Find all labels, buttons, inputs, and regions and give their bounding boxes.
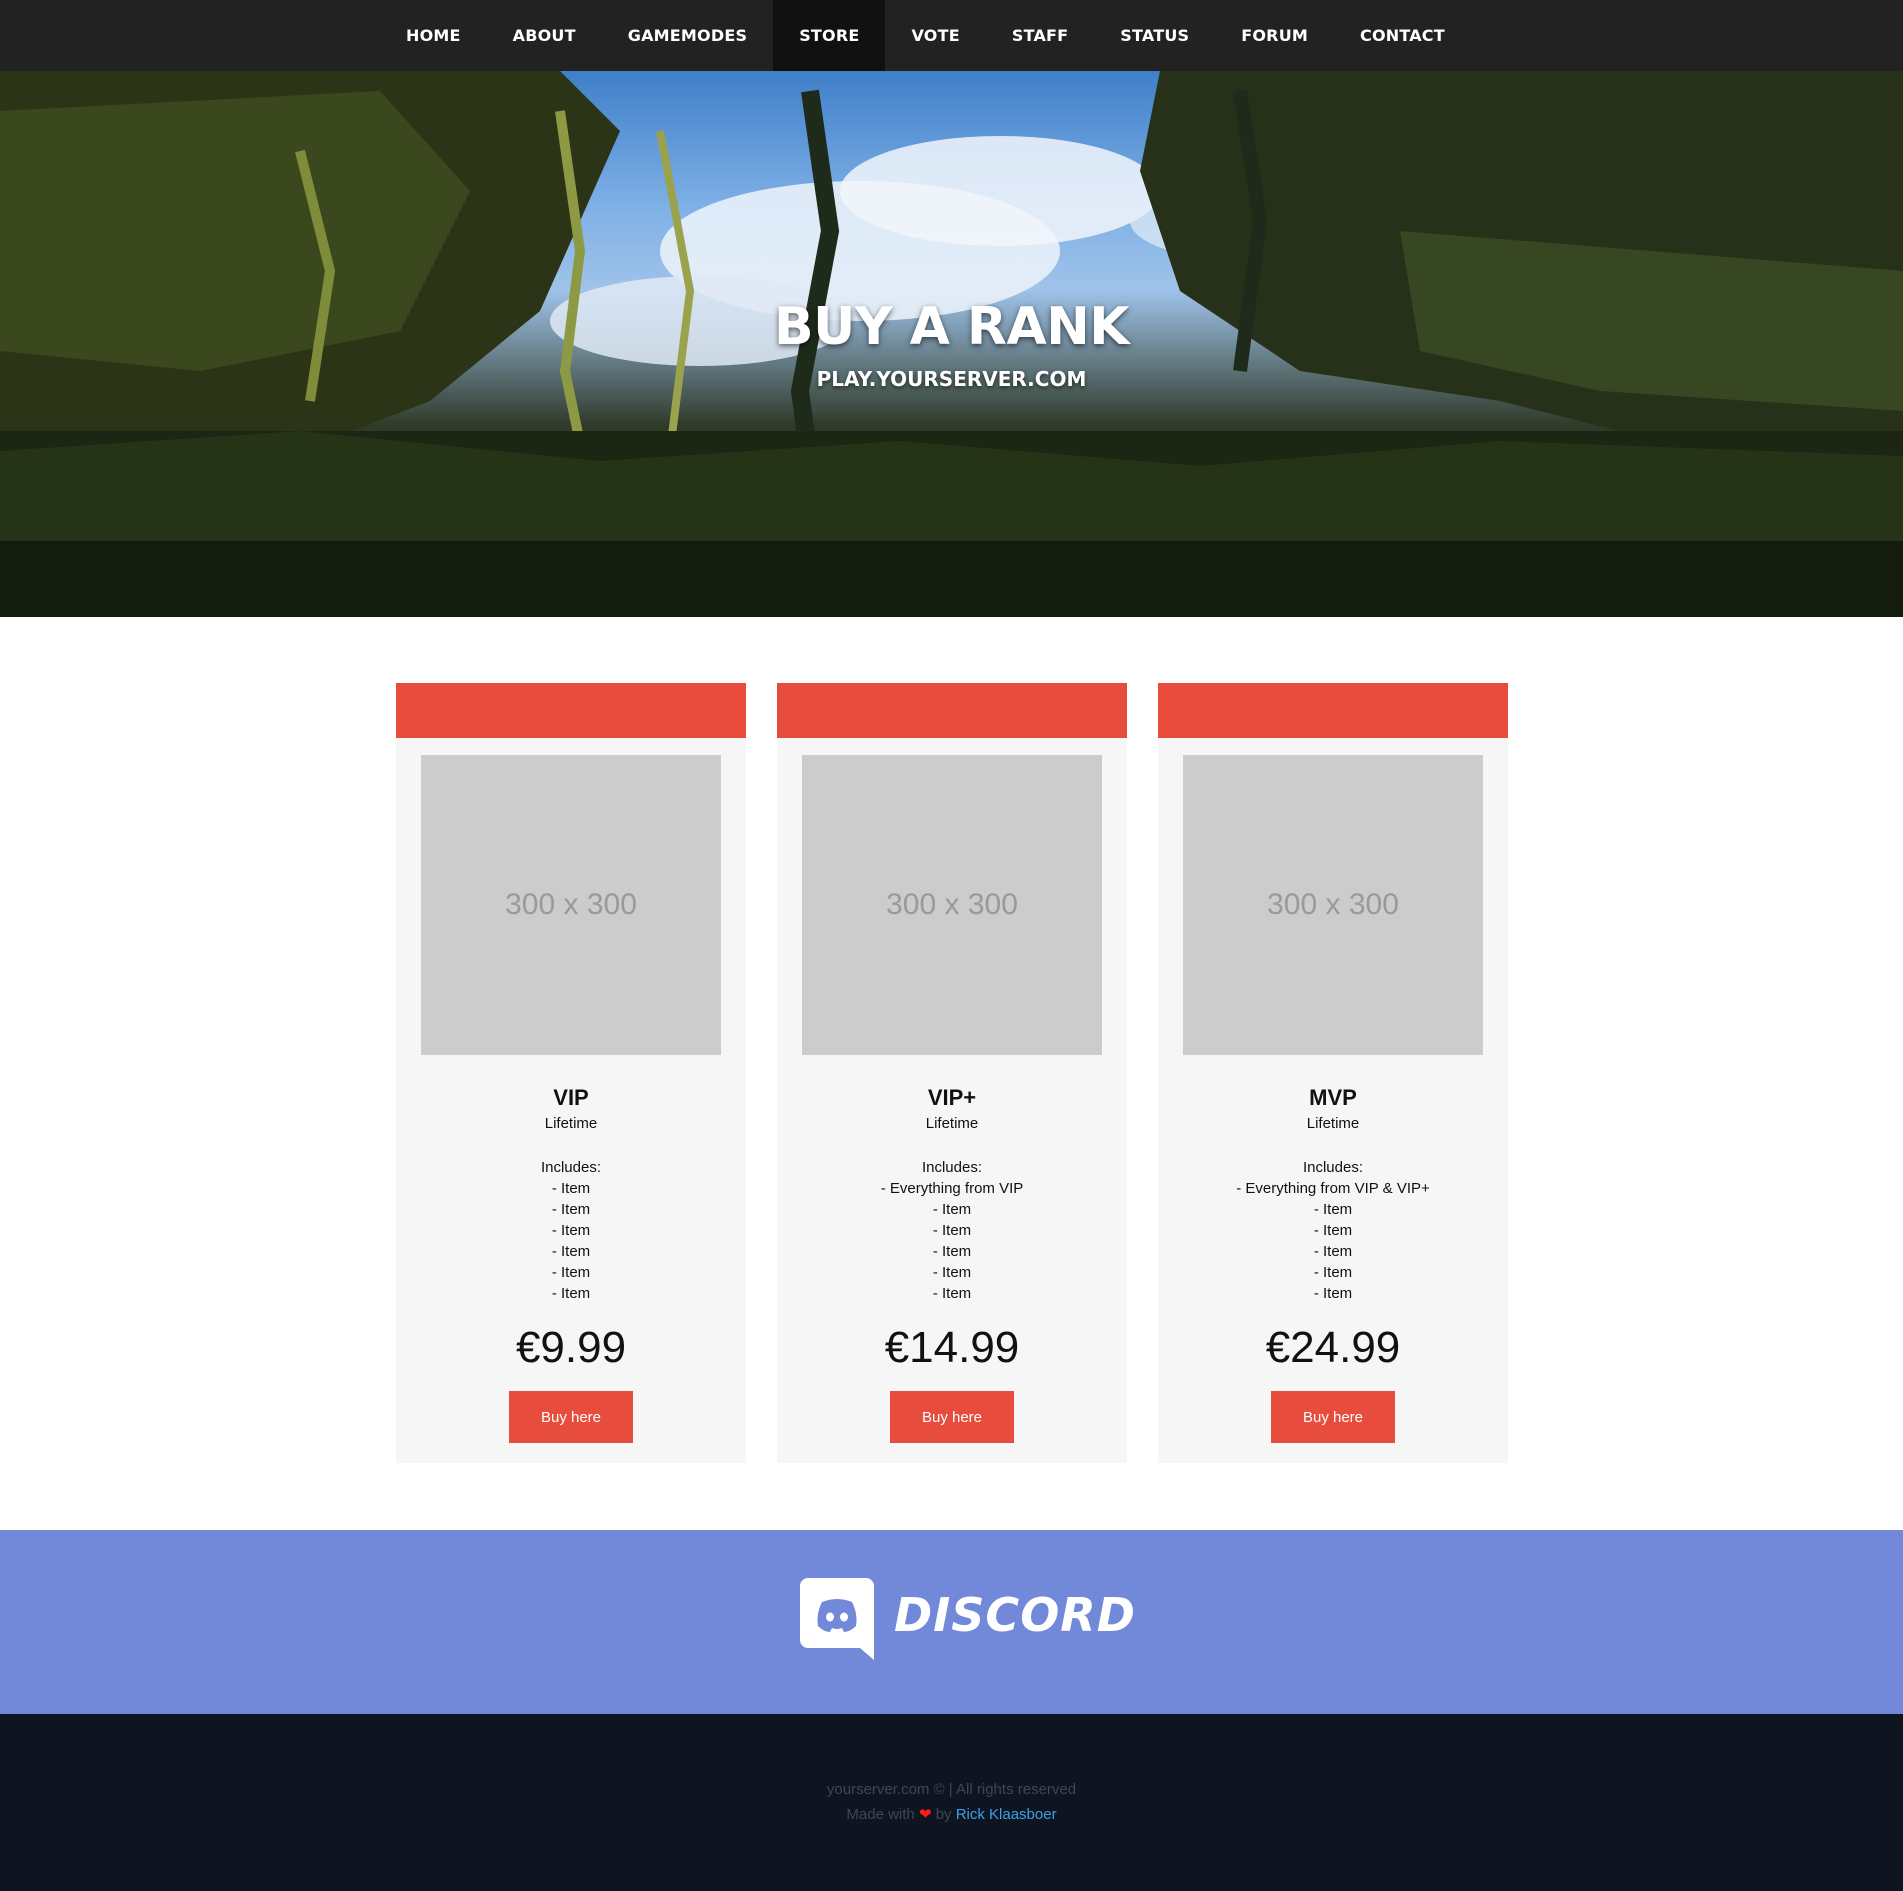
buy-button[interactable]: Buy here [509,1391,633,1443]
card-header-bar [396,683,746,738]
list-item: - Item [932,1222,972,1239]
footer-copyright: yourserver.com © | All rights reserved [826,1781,1077,1798]
list-item: - Item [551,1243,591,1260]
list-item: - Item [551,1285,591,1302]
nav-item-about[interactable]: ABOUT [487,0,602,71]
list-item: - Item [932,1201,972,1218]
hero-banner: BUY A RANK PLAY.YOURSERVER.COM [0,71,1903,617]
hero-title: BUY A RANK [773,297,1130,357]
made-with-text: Made with [846,1806,915,1823]
rank-period: Lifetime [925,1115,979,1132]
list-item: - Item [932,1243,972,1260]
list-item: - Item [1313,1201,1353,1218]
card-header-bar [1158,683,1508,738]
list-item: - Item [551,1264,591,1281]
rank-card-mvp: 300 x 300 MVP Lifetime Includes: - Every… [1158,683,1508,1463]
rank-price: €9.99 [515,1323,627,1372]
rank-name: VIP [553,1085,589,1110]
list-item: - Item [551,1180,591,1197]
nav-item-vote[interactable]: VOTE [885,0,985,71]
rank-period: Lifetime [1306,1115,1360,1132]
card-header-bar [777,683,1127,738]
rank-price: €14.99 [884,1323,1020,1372]
footer-credit: Made with ❤ by Rick Klaasboer [0,1805,1903,1823]
rank-cards: 300 x 300 VIP Lifetime Includes: - Item … [396,683,1508,1463]
rank-includes-list: Includes: - Everything from VIP - Item -… [777,1157,1127,1304]
nav-item-gamemodes[interactable]: GAMEMODES [602,0,773,71]
hero-subtitle: PLAY.YOURSERVER.COM [816,367,1087,391]
rank-image-placeholder: 300 x 300 [802,755,1102,1055]
rank-includes-list: Includes: - Item - Item - Item - Item - … [396,1157,746,1304]
rank-price: €24.99 [1265,1323,1401,1372]
includes-label: Includes: [540,1159,602,1176]
top-navigation: HOME ABOUT GAMEMODES STORE VOTE STAFF ST… [0,0,1903,71]
nav-item-home[interactable]: HOME [380,0,487,71]
list-item: - Item [551,1222,591,1239]
discord-icon[interactable] [800,1578,874,1660]
rank-period: Lifetime [544,1115,598,1132]
nav-item-status[interactable]: STATUS [1094,0,1215,71]
list-item: - Item [1313,1243,1353,1260]
rank-image-placeholder: 300 x 300 [421,755,721,1055]
nav-item-forum[interactable]: FORUM [1215,0,1334,71]
rank-card-vip-plus: 300 x 300 VIP+ Lifetime Includes: - Ever… [777,683,1127,1463]
list-item: - Item [1313,1285,1353,1302]
nav-menu: HOME ABOUT GAMEMODES STORE VOTE STAFF ST… [380,0,1471,71]
nav-item-store[interactable]: STORE [773,0,886,71]
list-item: - Everything from VIP & VIP+ [1236,1180,1430,1197]
list-item: - Item [1313,1264,1353,1281]
list-item: - Item [932,1285,972,1302]
rank-name: MVP [1309,1085,1357,1110]
list-item: - Everything from VIP [880,1180,1024,1197]
buy-button[interactable]: Buy here [890,1391,1014,1443]
footer: yourserver.com © | All rights reserved M… [0,1714,1903,1891]
discord-banner[interactable]: DISCORD [0,1530,1903,1714]
includes-label: Includes: [921,1159,983,1176]
author-link[interactable]: Rick Klaasboer [956,1806,1057,1823]
rank-image-placeholder: 300 x 300 [1183,755,1483,1055]
list-item: - Item [1313,1222,1353,1239]
rank-includes-list: Includes: - Everything from VIP & VIP+ -… [1158,1157,1508,1304]
rank-card-vip: 300 x 300 VIP Lifetime Includes: - Item … [396,683,746,1463]
rank-name: VIP+ [927,1085,977,1110]
includes-label: Includes: [1302,1159,1364,1176]
heart-icon: ❤ [918,1806,932,1823]
list-item: - Item [551,1201,591,1218]
buy-button[interactable]: Buy here [1271,1391,1395,1443]
discord-wordmark[interactable]: DISCORD [894,1588,1136,1642]
by-text: by [935,1806,952,1823]
list-item: - Item [932,1264,972,1281]
nav-item-contact[interactable]: CONTACT [1334,0,1471,71]
nav-item-staff[interactable]: STAFF [986,0,1094,71]
